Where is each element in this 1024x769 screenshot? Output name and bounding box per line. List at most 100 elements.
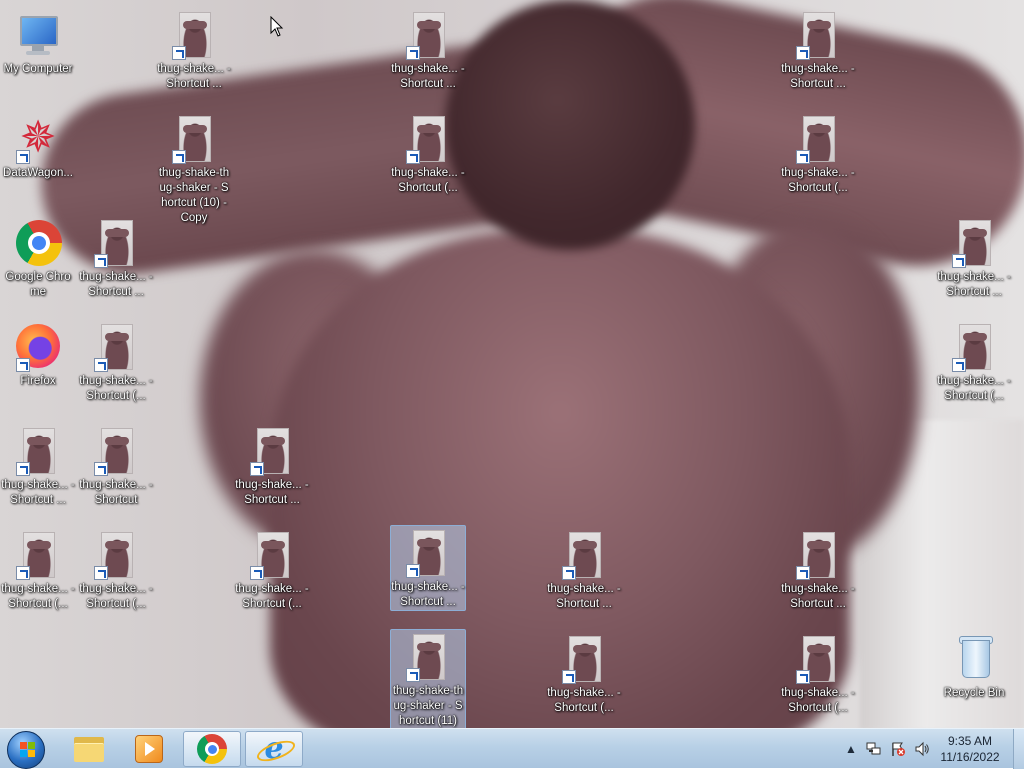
thug-glyph [560, 636, 608, 684]
desktop-icon-ts-c3r2[interactable]: thug-shake-thug-shaker - Shortcut (10) -… [156, 112, 232, 226]
desktop-icon-ts-c2r6[interactable]: thug-shake... - Shortcut (... [78, 528, 154, 612]
bin-glyph [950, 636, 998, 684]
desktop-icon-label: thug-shake... - Shortcut ... [391, 63, 465, 90]
windows-flag-icon [20, 742, 36, 758]
desktop-icon-ts-c8r6[interactable]: thug-shake... - Shortcut ... [546, 528, 622, 612]
thug-glyph [92, 220, 140, 268]
desktop-icon-label: Firefox [20, 375, 56, 387]
shortcut-arrow-icon [406, 564, 420, 578]
desktop-icon-label: thug-shake... - Shortcut (... [1, 583, 75, 610]
desktop-icon-label: thug-shake-thug-shaker - Shortcut (11) [392, 685, 464, 727]
desktop-icon-label: thug-shake... - Shortcut ... [547, 583, 621, 610]
system-clock[interactable]: 9:35 AM 11/16/2022 [932, 733, 1008, 765]
desktop-icon-label: thug-shake... - Shortcut (... [547, 687, 621, 714]
network-icon[interactable] [866, 741, 882, 757]
thug-glyph [170, 116, 218, 164]
desktop-icon-google-chrome[interactable]: Google Chrome [0, 216, 76, 300]
desktop-icon-label: My Computer [3, 63, 73, 75]
thug-glyph [950, 324, 998, 372]
shortcut-arrow-icon [16, 566, 30, 580]
computer-monitor-icon [20, 16, 58, 46]
shortcut-arrow-icon [952, 254, 966, 268]
start-button[interactable] [4, 730, 48, 769]
shortcut-arrow-icon [796, 566, 810, 580]
desktop-icon-ts-c13r4[interactable]: thug-shake... - Shortcut (... [936, 320, 1012, 404]
clock-date: 11/16/2022 [940, 750, 1000, 764]
shortcut-arrow-icon [16, 150, 30, 164]
desktop-icon-ts-c4r6[interactable]: thug-shake... - Shortcut (... [234, 528, 310, 612]
shortcut-arrow-icon [16, 358, 30, 372]
desktop-icon-ts-c4r5[interactable]: thug-shake... - Shortcut ... [234, 424, 310, 508]
volume-icon[interactable] [914, 741, 930, 757]
shortcut-arrow-icon [952, 358, 966, 372]
taskbar-google-chrome[interactable] [183, 731, 241, 767]
thug-glyph [248, 532, 296, 580]
desktop-icon-label: Recycle Bin [943, 687, 1005, 699]
media-player-icon [135, 735, 163, 763]
desktop-icon-label: thug-shake... - Shortcut (... [391, 167, 465, 194]
thug-glyph [794, 12, 842, 60]
shortcut-arrow-icon [250, 566, 264, 580]
desktop-icon-label: thug-shake... - Shortcut ... [937, 271, 1011, 298]
shortcut-arrow-icon [796, 46, 810, 60]
desktop-icon-datawagon[interactable]: ✵ DataWagon... [0, 112, 76, 181]
thug-glyph [560, 532, 608, 580]
shortcut-arrow-icon [172, 150, 186, 164]
shortcut-arrow-icon [796, 150, 810, 164]
desktop-icon-label: Google Chrome [5, 271, 71, 298]
desktop-icon-label: thug-shake... - Shortcut (... [79, 375, 153, 402]
datawagon-glyph: ✵ [14, 116, 62, 164]
desktop-icon-ts-c6r6[interactable]: thug-shake... - Shortcut ... [390, 525, 466, 611]
thug-glyph [404, 116, 452, 164]
shortcut-arrow-icon [250, 462, 264, 476]
thug-glyph [794, 636, 842, 684]
desktop-icon-label: thug-shake... - Shortcut (... [235, 583, 309, 610]
chrome-icon [197, 734, 227, 764]
shortcut-arrow-icon [94, 462, 108, 476]
taskbar-windows-explorer[interactable] [60, 731, 118, 767]
shortcut-arrow-icon [94, 358, 108, 372]
folder-icon [74, 737, 104, 762]
taskbar: e ▲ 9:35 AM 11/16/2022 [0, 728, 1024, 769]
desktop-icon-label: thug-shake... - Shortcut ... [391, 581, 465, 608]
recycle-bin-icon [962, 640, 990, 678]
desktop-icon-ts-c1r5[interactable]: thug-shake... - Shortcut ... [0, 424, 76, 508]
thug-glyph [170, 12, 218, 60]
desktop-icon-label: thug-shake... - Shortcut ... [1, 479, 75, 506]
desktop-icon-ts-c11r2[interactable]: thug-shake... - Shortcut (... [780, 112, 856, 196]
desktop-icon-ts-c11r6[interactable]: thug-shake... - Shortcut ... [780, 528, 856, 612]
shortcut-arrow-icon [172, 46, 186, 60]
desktop-icon-ts-c3r1[interactable]: thug-shake... - Shortcut ... [156, 8, 232, 92]
thug-glyph [92, 324, 140, 372]
desktop-icon-recycle-bin[interactable]: Recycle Bin [936, 632, 1012, 701]
desktop-icon-ts-c6r7[interactable]: thug-shake-thug-shaker - Shortcut (11) [390, 629, 466, 730]
taskbar-internet-explorer[interactable]: e [245, 731, 303, 767]
chrome-icon [16, 220, 62, 266]
desktop-icon-ts-c2r4[interactable]: thug-shake... - Shortcut (... [78, 320, 154, 404]
wallpaper-head [445, 0, 695, 250]
desktop-icon-my-computer[interactable]: My Computer [0, 8, 76, 77]
desktop-icon-ts-c6r1[interactable]: thug-shake... - Shortcut ... [390, 8, 466, 92]
action-center-flag-icon[interactable] [890, 741, 906, 757]
shortcut-arrow-icon [94, 254, 108, 268]
thug-glyph [14, 428, 62, 476]
desktop-icon-firefox[interactable]: Firefox [0, 320, 76, 389]
clock-time: 9:35 AM [947, 734, 993, 748]
taskbar-media-player[interactable] [120, 731, 178, 767]
shortcut-arrow-icon [562, 566, 576, 580]
thug-glyph [14, 532, 62, 580]
desktop-icon-ts-c11r7[interactable]: thug-shake... - Shortcut (... [780, 632, 856, 716]
desktop-icon-label: thug-shake... - Shortcut (... [781, 167, 855, 194]
desktop-icon-ts-c6r2[interactable]: thug-shake... - Shortcut (... [390, 112, 466, 196]
show-desktop-button[interactable] [1013, 729, 1024, 769]
desktop-icon-ts-c11r1[interactable]: thug-shake... - Shortcut ... [780, 8, 856, 92]
desktop-icon-ts-c13r3[interactable]: thug-shake... - Shortcut ... [936, 216, 1012, 300]
desktop-icon-label: thug-shake-thug-shaker - Shortcut (10) -… [158, 167, 230, 224]
desktop-icon-ts-c2r3[interactable]: thug-shake... - Shortcut ... [78, 216, 154, 300]
desktop-icon-ts-c8r7[interactable]: thug-shake... - Shortcut (... [546, 632, 622, 716]
desktop-icon-ts-c1r6[interactable]: thug-shake... - Shortcut (... [0, 528, 76, 612]
desktop-icon-label: thug-shake... - Shortcut [79, 479, 153, 506]
desktop-icon-ts-c2r5[interactable]: thug-shake... - Shortcut [78, 424, 154, 508]
show-hidden-icons-arrow[interactable]: ▲ [843, 741, 859, 757]
desktop-icon-label: thug-shake... - Shortcut (... [79, 583, 153, 610]
